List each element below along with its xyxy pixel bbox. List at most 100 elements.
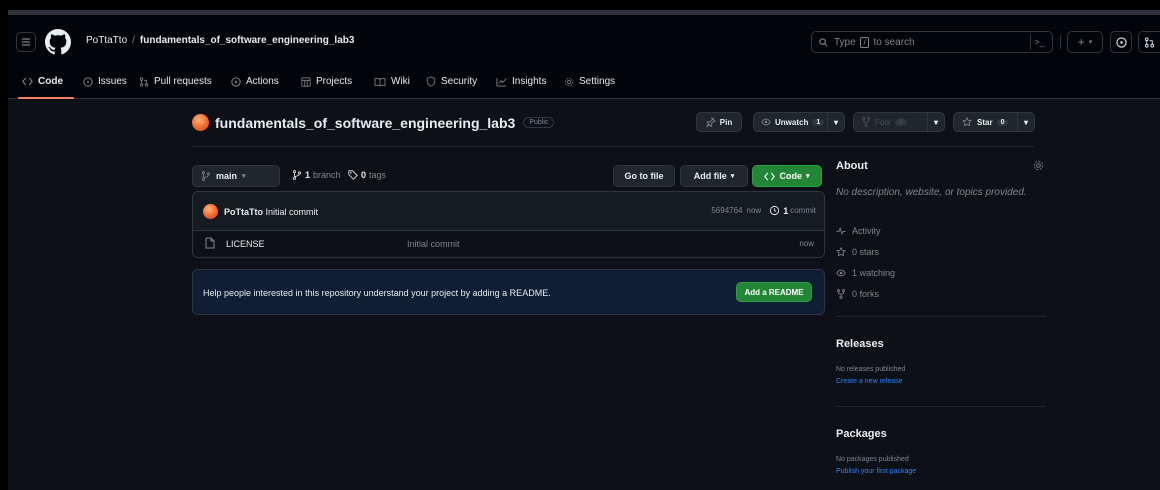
tags-label: tags	[369, 170, 387, 180]
file-row[interactable]: LICENSE Initial commit now	[193, 231, 824, 257]
active-tab-indicator	[18, 97, 74, 99]
publish-package-link[interactable]: Publish your first package	[836, 468, 916, 475]
tab-label-wiki: Wiki	[391, 76, 410, 87]
tab-security[interactable]: Security	[426, 76, 477, 87]
tab-settings[interactable]: Settings	[564, 76, 615, 87]
star-button[interactable]: Star 0 ▾	[953, 112, 1035, 132]
star-label: Star	[977, 117, 993, 127]
branches-count: 1	[305, 170, 311, 180]
history-icon	[770, 205, 780, 216]
unwatch-button[interactable]: Unwatch 1 ▾	[753, 112, 845, 132]
github-logo-icon[interactable]	[45, 29, 71, 55]
commit-author[interactable]: PoTtaTto	[224, 207, 263, 217]
file-name[interactable]: LICENSE	[226, 239, 265, 249]
pin-button[interactable]: Pin	[696, 112, 742, 132]
file-commit-message[interactable]: Initial commit	[407, 239, 460, 249]
wiki-icon	[374, 77, 386, 86]
commit-time: now	[746, 206, 762, 215]
commit-hash[interactable]: 5694764	[711, 206, 742, 215]
branch-selector[interactable]: main ▾	[192, 165, 280, 187]
branches-link[interactable]: 1 branch	[292, 170, 341, 180]
chevron-down-icon[interactable]: ▾	[826, 113, 844, 131]
add-file-button[interactable]: Add file ▾	[680, 165, 748, 187]
stars-link[interactable]: 0 stars	[836, 247, 879, 257]
code-button[interactable]: Code ▾	[752, 165, 822, 187]
commit-message[interactable]: Initial commit	[266, 207, 319, 217]
packages-empty-text: No packages published	[836, 456, 909, 463]
fork-count: 0	[895, 118, 907, 126]
chevron-down-icon: ▾	[730, 173, 735, 180]
eye-icon	[836, 269, 846, 277]
releases-title[interactable]: Releases	[836, 338, 884, 350]
hamburger-menu-button[interactable]	[16, 32, 36, 52]
search-icon	[819, 37, 828, 46]
tab-label-issues: Issues	[98, 76, 127, 87]
code-button-label: Code	[779, 171, 802, 181]
fork-icon	[837, 289, 845, 299]
tab-label-pull-requests: Pull requests	[154, 76, 212, 87]
tab-projects[interactable]: Projects	[301, 76, 352, 87]
fork-button[interactable]: Fork 0 ▾	[853, 112, 945, 132]
sidebar-divider	[836, 316, 1046, 317]
tab-insights[interactable]: Insights	[496, 76, 546, 87]
repo-sidebar: About No description, website, or topics…	[836, 160, 1046, 475]
pulse-icon	[836, 226, 846, 236]
chevron-down-icon: ▾	[805, 173, 810, 180]
chevron-down-icon[interactable]: ▾	[926, 113, 944, 131]
search-input[interactable]: Type / to search >_	[811, 31, 1053, 53]
issue-icon	[83, 76, 93, 87]
star-icon	[962, 117, 972, 127]
search-shortcut-key: /	[860, 36, 869, 48]
fork-label: Fork	[875, 117, 891, 127]
issues-header-button[interactable]	[1110, 31, 1132, 53]
graph-icon	[496, 77, 507, 87]
pin-label: Pin	[719, 117, 733, 127]
repo-tabs: Code Issues Pull requests Actions Projec…	[8, 73, 1160, 99]
repo-name[interactable]: fundamentals_of_software_engineering_lab…	[215, 115, 515, 131]
create-new-button[interactable]: + ▾	[1067, 31, 1103, 53]
chevron-down-icon[interactable]: ▾	[1016, 113, 1034, 131]
owner-avatar[interactable]	[192, 114, 209, 131]
tags-link[interactable]: 0 tags	[348, 170, 386, 180]
commit-author-avatar[interactable]	[203, 204, 218, 219]
pull-requests-header-button[interactable]	[1138, 31, 1160, 53]
watch-count: 1	[812, 118, 825, 126]
forks-link[interactable]: 0 forks	[836, 289, 879, 299]
github-window: PoTtaTto / fundamentals_of_software_engine…	[8, 10, 1160, 490]
tag-icon	[348, 170, 358, 180]
tab-actions[interactable]: Actions	[231, 76, 279, 87]
search-placeholder-before: Type	[834, 36, 856, 48]
breadcrumb: PoTtaTto / fundamentals_of_software_engine…	[86, 35, 354, 46]
latest-commit-row: PoTtaTto Initial commit 5694764 now 1 co…	[193, 192, 824, 231]
activity-link[interactable]: Activity	[836, 226, 881, 236]
hamburger-icon	[22, 38, 30, 46]
tags-count: 0	[361, 170, 367, 180]
repo-title: fundamentals_of_software_engineering_lab…	[192, 114, 555, 131]
packages-title[interactable]: Packages	[836, 428, 887, 440]
tab-pull-requests[interactable]: Pull requests	[139, 76, 212, 87]
commit-count-label[interactable]: commit	[790, 206, 816, 215]
go-to-file-button[interactable]: Go to file	[613, 165, 675, 187]
branches-label: branch	[313, 170, 341, 180]
watchers-link[interactable]: 1 watching	[836, 268, 895, 278]
breadcrumb-owner[interactable]: PoTtaTto	[86, 35, 127, 46]
file-commit-age: now	[799, 239, 814, 248]
breadcrumb-repo[interactable]: fundamentals_of_software_engineering_lab…	[140, 35, 355, 46]
code-icon	[22, 77, 33, 86]
pull-request-icon	[1144, 36, 1155, 48]
about-title: About	[836, 160, 868, 172]
commit-count[interactable]: 1	[783, 206, 788, 216]
file-list: PoTtaTto Initial commit 5694764 now 1 co…	[192, 191, 825, 258]
tab-wiki[interactable]: Wiki	[374, 76, 410, 87]
gear-icon[interactable]	[1033, 160, 1044, 171]
command-palette-button[interactable]: >_	[1030, 34, 1048, 50]
branch-icon	[293, 170, 301, 180]
tab-code[interactable]: Code	[22, 76, 63, 87]
title-divider	[192, 146, 1034, 147]
tab-label-code: Code	[38, 76, 63, 87]
header-divider	[1060, 35, 1061, 49]
tab-issues[interactable]: Issues	[83, 76, 127, 87]
add-readme-button[interactable]: Add a README	[736, 282, 812, 302]
branch-name: main	[216, 171, 238, 181]
create-release-link[interactable]: Create a new release	[836, 378, 903, 385]
